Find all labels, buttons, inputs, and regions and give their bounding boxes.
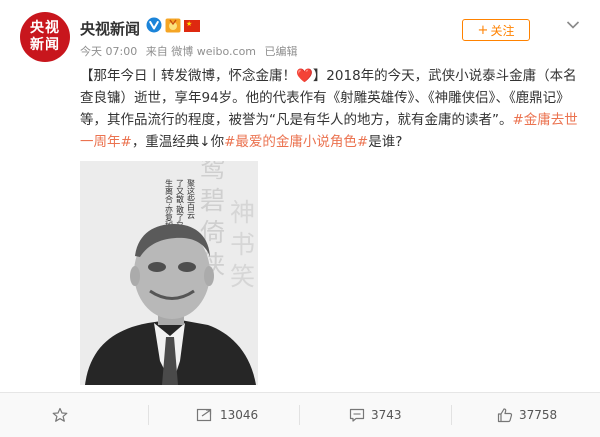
china-flag-icon: ★ [184,20,200,32]
calligraphy-char-5: 碧 [200,186,225,215]
like-button[interactable]: 37758 [497,393,557,437]
follow-button[interactable]: + 关注 [462,19,530,41]
post-image[interactable]: 鸳 碧 倚 侠 神 书 笑 聚这些白云 了又散·散了又聚· 生离合·亦复如斯· [80,161,258,385]
repost-icon [196,408,212,422]
poem-column-1: 聚这些白云 [187,179,196,220]
post-source[interactable]: 来自 微博 weibo.com [146,45,256,58]
comment-icon [349,408,365,422]
verified-badge-icon [146,17,162,33]
thumbs-up-icon [497,408,513,423]
edited-label[interactable]: 已编辑 [265,45,298,58]
like-count: 37758 [519,408,558,422]
follow-label: 关注 [490,23,515,38]
text-part4: ，重温经典↓你 [131,134,225,150]
plus-icon: + [477,22,489,38]
book-title-2: 《神雕侠侣》 [427,90,496,106]
calligraphy-char-0: 笑 [230,262,255,291]
medal-icon [165,18,181,33]
post-text: 【那年今日丨转发微博，怀念金庸！❤️】2018年的今天，武侠小说泰斗金庸（本名查… [80,65,585,153]
toolbar-divider [451,405,452,425]
favorite-button[interactable] [52,393,68,437]
flag-star-icon: ★ [186,20,193,28]
star-icon [52,407,68,422]
text-part1: 【那年今日丨转发微博，怀念金庸！ [80,68,296,84]
text-part3: 等，其作品流行的程度，被誉为“凡是有华人的地方，就有金庸的读者”。 [80,112,513,128]
book-title-3: 《鹿鼎记》 [508,90,570,106]
repost-count: 13046 [220,408,259,422]
separator-1: 、 [414,90,428,106]
calligraphy-char-2: 神 [230,198,255,227]
avatar[interactable]: 央视 新闻 [20,12,70,62]
heart-emoji-icon: ❤️ [296,68,313,84]
post-actions-bar: 13046 3743 37758 [0,392,600,437]
username[interactable]: 央视新闻 [80,18,140,39]
avatar-text-line1: 央视 [30,20,60,36]
calligraphy-char-1: 书 [230,230,255,259]
book-title-1: 《射雕英雄传》 [326,90,415,106]
hashtag-link-2[interactable]: #最爱的金庸小说角色# [224,134,368,150]
text-part5: 是谁? [368,134,403,150]
post-time[interactable]: 今天 07:00 [80,45,137,58]
toolbar-divider [299,405,300,425]
avatar-text-line2: 新闻 [30,37,60,53]
calligraphy-char-6: 鸳 [200,161,225,183]
toolbar-divider [148,405,149,425]
separator-2: 、 [495,90,509,106]
chevron-down-icon[interactable] [566,20,580,30]
comment-count: 3743 [371,408,402,422]
portrait-illustration: 鸳 碧 倚 侠 神 书 笑 聚这些白云 了又散·散了又聚· 生离合·亦复如斯· [80,161,258,385]
repost-button[interactable]: 13046 [196,393,258,437]
comment-button[interactable]: 3743 [349,393,402,437]
post-meta: 今天 07:00 来自 微博 weibo.com 已编辑 [80,43,303,59]
